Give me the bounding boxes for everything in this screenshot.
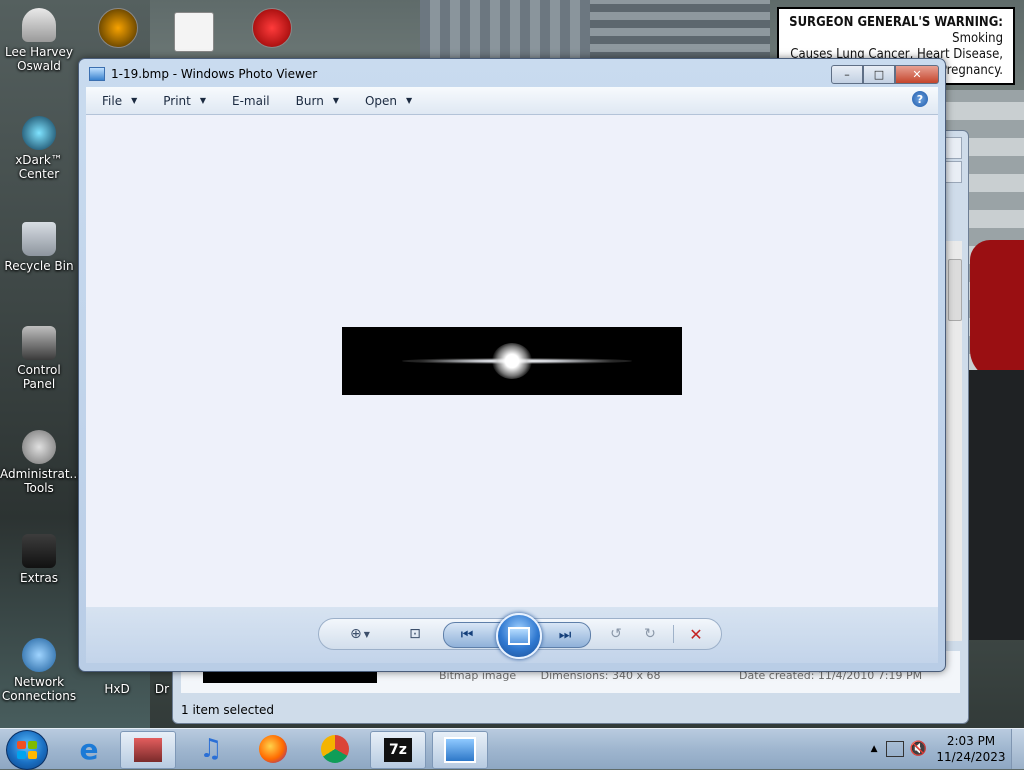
- next-icon[interactable]: ⏭: [552, 624, 578, 646]
- menu-label: Open: [364, 93, 398, 108]
- firefox-icon[interactable]: [246, 731, 300, 767]
- rotate-counterclockwise-icon[interactable]: ↺: [605, 623, 627, 645]
- orb-icon: [22, 116, 56, 150]
- volume-muted-icon[interactable]: 🔇: [910, 741, 927, 757]
- desktop-icon-label: xDark™ Center: [15, 153, 63, 181]
- menu-label: Print: [163, 93, 191, 108]
- show-desktop-button[interactable]: [1011, 729, 1024, 769]
- slideshow-button[interactable]: [496, 613, 542, 659]
- desktop-icon-xdark-center[interactable]: xDark™ Center: [0, 116, 78, 181]
- previous-icon[interactable]: ⏮: [454, 624, 480, 646]
- desktop-icon-administrative-tools[interactable]: Administrat... Tools: [0, 430, 81, 495]
- menu-label: File: [102, 93, 123, 108]
- warning-title: SURGEON GENERAL'S WARNING:: [789, 15, 1003, 30]
- clock[interactable]: 2:03 PM 11/24/2023: [931, 733, 1011, 765]
- menu-file[interactable]: File ▼: [86, 87, 147, 114]
- menu-label: Burn: [295, 93, 324, 108]
- background-dark-object: [965, 370, 1024, 640]
- menu-bar: File ▼ Print ▼ E-mail Burn ▼ Open ▼ ?: [86, 87, 938, 115]
- system-tray: ▲ 🔇 2:03 PM 11/24/2023: [871, 729, 1024, 769]
- desktop-icon-control-panel[interactable]: Control Panel: [0, 326, 78, 391]
- desktop-icon-label: Administrat... Tools: [0, 467, 81, 495]
- desktop-icon-network-connections[interactable]: Network Connections: [0, 638, 78, 703]
- slideshow-icon: [508, 627, 530, 645]
- maximize-button[interactable]: □: [863, 65, 895, 84]
- photo-viewer-icon: [89, 67, 105, 81]
- actual-size-icon[interactable]: ⊡: [403, 623, 427, 645]
- chevron-down-icon: ▼: [199, 96, 207, 105]
- desktop-icon-rev[interactable]: [250, 8, 294, 51]
- explorer-scrollbar[interactable]: [945, 241, 962, 641]
- person-icon: [22, 8, 56, 42]
- zoom-icon[interactable]: ⊕ ▼: [343, 623, 377, 645]
- network-icon: [22, 638, 56, 672]
- desktop-icon-label: Extras: [20, 571, 58, 585]
- file-thumbnail: [203, 671, 377, 683]
- menu-email[interactable]: E-mail: [216, 87, 280, 114]
- rotate-clockwise-icon[interactable]: ↻: [639, 623, 661, 645]
- 7zip-icon[interactable]: 7z: [370, 731, 426, 769]
- delete-icon[interactable]: ✕: [683, 623, 709, 645]
- title-bar: 1-19.bmp - Windows Photo Viewer: [89, 65, 317, 83]
- itunes-icon[interactable]: ♫: [184, 731, 238, 767]
- gear-icon: [22, 430, 56, 464]
- explorer-status: 1 item selected: [181, 703, 275, 717]
- show-hidden-icons-icon[interactable]: ▲: [871, 744, 878, 754]
- desktop-icon-label: Lee Harvey Oswald: [5, 45, 73, 73]
- recycle-bin-icon: [22, 222, 56, 256]
- photo-viewer-taskbar-icon[interactable]: [432, 731, 488, 769]
- desktop-icon-hxd[interactable]: HxD: [80, 682, 154, 696]
- playback-controls: ⊕ ▼ ⊡ ⏮ ⏭ ↺ ↻ ✕: [86, 607, 938, 663]
- background-red-figure: [970, 240, 1024, 380]
- app-icon: [98, 8, 138, 48]
- image-canvas[interactable]: [86, 115, 938, 607]
- folder-icon: [22, 534, 56, 568]
- displayed-image: [342, 327, 682, 395]
- desktop-icon-label: HxD: [104, 682, 130, 696]
- desktop-icon-label: Control Panel: [17, 363, 61, 391]
- desktop-icon-editor[interactable]: [172, 12, 216, 55]
- internet-explorer-icon[interactable]: e: [62, 731, 116, 767]
- menu-burn[interactable]: Burn ▼: [280, 87, 349, 114]
- separator: [673, 625, 674, 643]
- lens-flare-glow: [492, 343, 532, 379]
- close-button[interactable]: ✕: [895, 65, 939, 84]
- window-controls: – □ ✕: [831, 65, 939, 84]
- menu-print[interactable]: Print ▼: [147, 87, 216, 114]
- minimize-button[interactable]: –: [831, 65, 863, 84]
- desktop-icon-partial[interactable]: Dr: [150, 682, 174, 696]
- chrome-icon[interactable]: [308, 731, 362, 767]
- control-pill: ⊕ ▼ ⊡ ⏮ ⏭ ↺ ↻ ✕: [318, 613, 722, 659]
- menu-open[interactable]: Open ▼: [349, 87, 422, 114]
- desktop-icon-label: Dr: [154, 682, 170, 696]
- help-icon[interactable]: ?: [912, 91, 928, 107]
- chevron-down-icon: ▼: [131, 96, 138, 105]
- desktop-icon-recycle-bin[interactable]: Recycle Bin: [0, 222, 78, 273]
- clock-date: 11/24/2023: [936, 750, 1006, 764]
- background-building: [590, 0, 770, 60]
- desktop-icon-label: Network Connections: [1, 675, 77, 703]
- background-building: [420, 0, 590, 60]
- network-tray-icon[interactable]: [885, 741, 904, 757]
- desktop-icon-halflife[interactable]: [96, 8, 140, 51]
- desktop-icon-extras[interactable]: Extras: [0, 534, 78, 585]
- scrollbar-thumb[interactable]: [948, 259, 962, 321]
- chevron-down-icon: ▼: [332, 96, 339, 105]
- control-panel-icon: [22, 326, 56, 360]
- windows-logo-icon: [17, 741, 37, 759]
- app-icon: [252, 8, 292, 48]
- archive-manager-icon[interactable]: [120, 731, 176, 769]
- menu-label: E-mail: [232, 93, 270, 108]
- document-icon: [174, 12, 214, 52]
- desktop-icon-lee-harvey-oswald[interactable]: Lee Harvey Oswald: [0, 8, 78, 73]
- window-title: 1-19.bmp - Windows Photo Viewer: [111, 67, 318, 81]
- chevron-down-icon: ▼: [406, 96, 413, 105]
- start-button[interactable]: [6, 730, 48, 770]
- warning-line1: Smoking: [952, 31, 1003, 46]
- clock-time: 2:03 PM: [946, 734, 996, 748]
- photo-viewer-window: 1-19.bmp - Windows Photo Viewer – □ ✕ Fi…: [78, 58, 946, 672]
- desktop-icon-label: Recycle Bin: [4, 259, 74, 273]
- taskbar: e ♫ 7z ▲ 🔇 2:03 PM 11/24/2023: [0, 728, 1024, 770]
